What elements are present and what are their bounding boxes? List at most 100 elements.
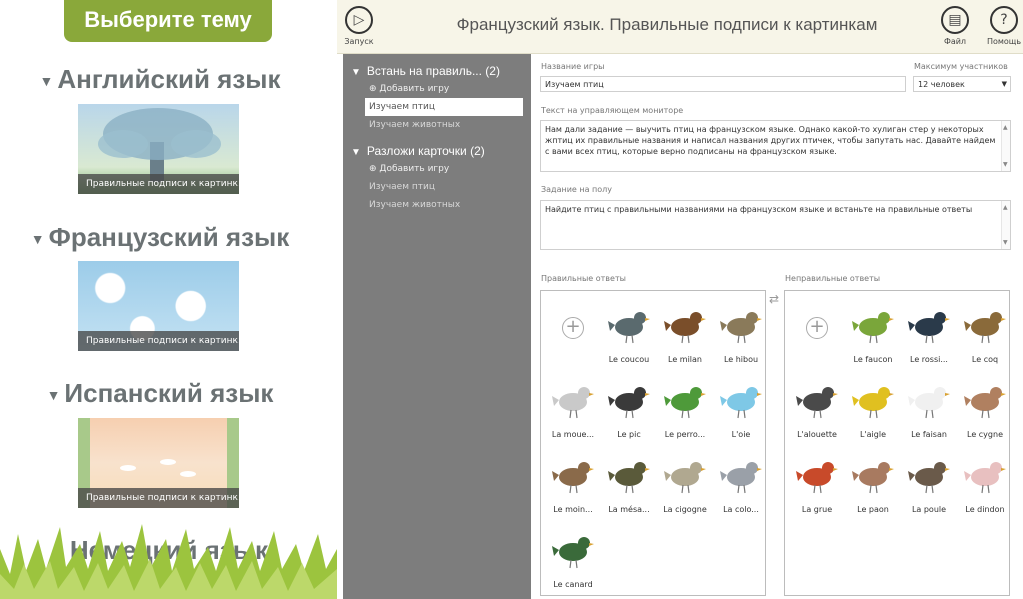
answer-label: La moue...: [551, 430, 595, 439]
answer-card[interactable]: Le cygne: [957, 372, 1013, 444]
bird-image: [852, 312, 894, 344]
swap-arrows-icon[interactable]: ⇄: [769, 292, 779, 306]
answer-label: La mésa...: [608, 505, 650, 514]
expand-triangle-icon: ▼: [351, 147, 361, 158]
answer-card[interactable]: Le coq: [957, 297, 1013, 369]
answer-card[interactable]: La cigogne: [657, 447, 713, 519]
bird-image: [852, 387, 894, 419]
plus-circle-icon: +: [806, 317, 828, 339]
answer-card[interactable]: Le faucon: [845, 297, 901, 369]
answer-label: Le coq: [971, 355, 999, 364]
answer-card[interactable]: La grue: [789, 447, 845, 519]
answer-card[interactable]: Le dindon: [957, 447, 1013, 519]
answer-card[interactable]: L'aigle: [845, 372, 901, 444]
answer-card[interactable]: Le paon: [845, 447, 901, 519]
answer-card[interactable]: Le faisan: [901, 372, 957, 444]
game-item[interactable]: Изучаем птиц: [365, 98, 523, 116]
bird-image: [664, 462, 706, 494]
bird-image: [796, 462, 838, 494]
expand-triangle-icon: ▼: [46, 387, 61, 404]
answer-card[interactable]: Le moin...: [545, 447, 601, 519]
answer-card[interactable]: Le milan: [657, 297, 713, 369]
answer-label: Le faucon: [853, 355, 893, 364]
answer-label: L'aigle: [859, 430, 886, 439]
answer-label: Le rossi...: [910, 355, 948, 364]
bird-image: [908, 312, 950, 344]
file-button[interactable]: ▤ Файл: [939, 6, 971, 46]
answer-label: Le canard: [553, 580, 593, 589]
grass-decoration: [0, 524, 337, 599]
game-item[interactable]: Изучаем животных: [347, 196, 531, 214]
question-icon: ?: [990, 6, 1018, 34]
topic-french-header[interactable]: ▼ Французский язык: [0, 222, 320, 253]
expand-triangle-icon: ▼: [39, 73, 54, 90]
plus-circle-icon: +: [562, 317, 584, 339]
game-item[interactable]: Изучаем животных: [347, 116, 531, 134]
game-name-label: Название игры: [541, 62, 605, 71]
answer-card[interactable]: Le hibou: [713, 297, 769, 369]
answer-card[interactable]: La poule: [901, 447, 957, 519]
floor-task-area[interactable]: Найдите птиц с правильными названиями на…: [540, 200, 1011, 250]
topic-french-thumbnail[interactable]: Правильные подписи к картинк...: [78, 261, 239, 351]
answer-card[interactable]: Le pic: [601, 372, 657, 444]
topic-english-header[interactable]: ▼ Английский язык: [0, 64, 320, 95]
add-answer-button[interactable]: +: [789, 297, 845, 369]
game-section-header[interactable]: ▼ Встань на правиль... (2): [347, 54, 531, 82]
answer-card[interactable]: L'alouette: [789, 372, 845, 444]
answer-label: Le coucou: [608, 355, 650, 364]
answer-label: Le faisan: [911, 430, 947, 439]
wrong-answers-label: Неправильные ответы: [785, 274, 881, 283]
answer-card[interactable]: Le perro...: [657, 372, 713, 444]
file-label: Файл: [943, 37, 967, 46]
run-button[interactable]: ▷ Запуск: [343, 6, 375, 46]
bird-image: [608, 387, 650, 419]
answer-card[interactable]: Le canard: [545, 522, 601, 594]
add-game-button[interactable]: ⊕ Добавить игру: [347, 82, 531, 98]
topic-panel: Выберите тему ▼ Английский язык Правильны…: [0, 0, 337, 599]
max-players-select[interactable]: 12 человек ▼: [913, 76, 1011, 92]
answer-card[interactable]: Le rossi...: [901, 297, 957, 369]
answer-label: Le cygne: [967, 430, 1003, 439]
thumbnail-caption: Правильные подписи к картинк...: [78, 488, 239, 508]
bird-image: [552, 387, 594, 419]
answer-card[interactable]: L'oie: [713, 372, 769, 444]
answer-card[interactable]: Le coucou: [601, 297, 657, 369]
game-item[interactable]: Изучаем птиц: [347, 178, 531, 196]
answer-label: Le dindon: [965, 505, 1005, 514]
answer-label: Le milan: [668, 355, 702, 364]
bird-image: [664, 387, 706, 419]
expand-triangle-icon: ▼: [30, 231, 45, 248]
help-button[interactable]: ? Помощь: [986, 6, 1022, 46]
answer-card[interactable]: La colo...: [713, 447, 769, 519]
bird-image: [908, 462, 950, 494]
thumbnail-caption: Правильные подписи к картинк...: [78, 174, 239, 194]
wrong-answers-grid: + Le faucon Le rossi... Le coq L'alouette L'a…: [784, 290, 1010, 596]
add-answer-button[interactable]: +: [545, 297, 601, 369]
bird-image: [664, 312, 706, 344]
answer-label: Le hibou: [723, 355, 759, 364]
add-game-button[interactable]: ⊕ Добавить игру: [347, 162, 531, 178]
game-name-input[interactable]: Изучаем птиц: [540, 76, 906, 92]
run-label: Запуск: [344, 37, 374, 46]
topic-spanish-thumbnail[interactable]: Правильные подписи к картинк...: [78, 418, 239, 508]
document-icon: ▤: [941, 6, 969, 34]
plus-circle-icon: ⊕: [369, 164, 377, 174]
answer-card[interactable]: La mésa...: [601, 447, 657, 519]
bird-image: [720, 462, 762, 494]
game-section: ▼ Разложи карточки (2) ⊕ Добавить игру Из…: [343, 134, 531, 214]
choose-topic-button[interactable]: Выберите тему: [64, 0, 272, 42]
page-title: Французский язык. Правильные подписи к к…: [456, 15, 878, 34]
game-section-header[interactable]: ▼ Разложи карточки (2): [347, 134, 531, 162]
answer-label: Le paon: [857, 505, 889, 514]
topic-english-thumbnail[interactable]: Правильные подписи к картинк...: [78, 104, 239, 194]
game-section: ▼ Встань на правиль... (2) ⊕ Добавить игр…: [343, 54, 531, 134]
bird-image: [908, 387, 950, 419]
topic-spanish-header[interactable]: ▼ Испанский язык: [0, 378, 320, 409]
scrollbar[interactable]: [1001, 121, 1010, 171]
monitor-text-label: Текст на управляющем мониторе: [541, 106, 684, 115]
answer-label: Le perro...: [664, 430, 706, 439]
monitor-text-area[interactable]: Нам дали задание — выучить птиц на франц…: [540, 120, 1011, 172]
bird-image: [964, 312, 1006, 344]
scrollbar[interactable]: [1001, 201, 1010, 249]
answer-card[interactable]: La moue...: [545, 372, 601, 444]
